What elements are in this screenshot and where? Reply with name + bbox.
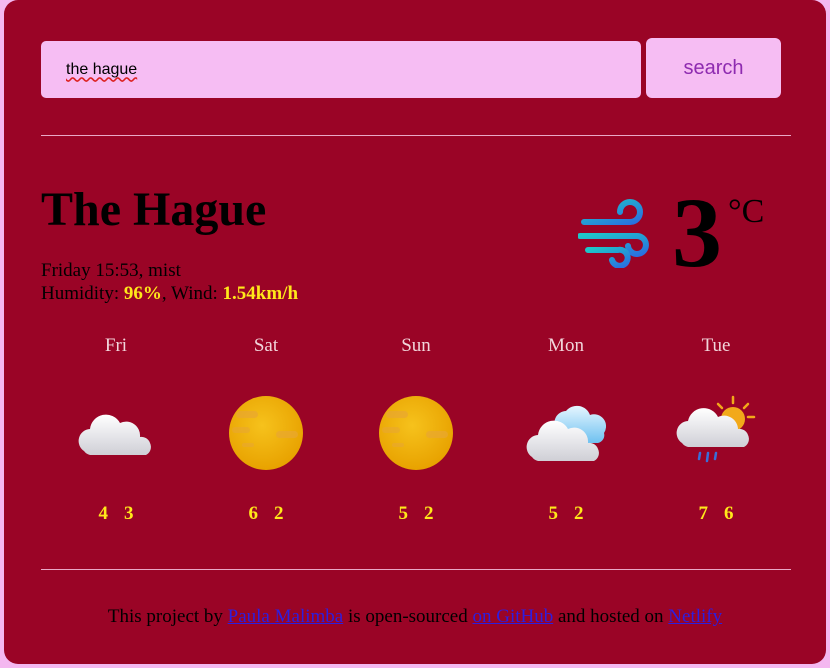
forecast-day: Sat 62 (191, 335, 341, 535)
forecast-max: 7 (698, 503, 709, 524)
search-input-value: the hague (66, 60, 138, 78)
forecast-day: Tue 76 (641, 335, 791, 535)
humidity-label: Humidity: (41, 283, 120, 304)
author-link[interactable]: Paula Malimba (228, 606, 344, 627)
wind-label: Wind: (171, 283, 218, 304)
forecast-day-name: Mon (548, 335, 584, 356)
forecast-temps: 52 (491, 503, 641, 525)
temperature-unit: °C (728, 193, 765, 230)
forecast-min: 2 (424, 503, 434, 524)
weather-details: Friday 15:53, mist Humidity: 96%, Wind: … (41, 259, 298, 305)
humidity-wind-line: Humidity: 96%, Wind: 1.54km/h (41, 283, 299, 304)
forecast-day-name: Fri (104, 335, 128, 356)
wind-value: 1.54km/h (222, 283, 299, 304)
sun-icon (379, 396, 453, 470)
current-temperature: 3 (672, 177, 722, 288)
cloud-icon (78, 414, 151, 455)
forecast-min: 3 (124, 503, 134, 524)
forecast-day-name: Tue (701, 335, 731, 356)
footer-text: and hosted on (558, 606, 664, 627)
sun-cloud-rain-icon (676, 395, 756, 463)
forecast-max: 6 (248, 503, 259, 524)
forecast-day: Mon 52 (491, 335, 641, 535)
humidity-value: 96% (123, 283, 162, 304)
forecast-min: 2 (574, 503, 584, 524)
footer: This project by Paula Malimba is open-so… (4, 606, 826, 628)
weather-app: the hague search The Hague Friday 15:53,… (4, 0, 826, 664)
github-link[interactable]: on GitHub (473, 606, 554, 627)
forecast: Fri 43 Sat 62 Sun 5 2 Mon 5 2 Tue 7 6 (41, 335, 791, 535)
day-time: Friday 15:53 (41, 260, 139, 281)
forecast-max: 4 (98, 503, 109, 524)
netlify-link[interactable]: Netlify (668, 606, 722, 627)
forecast-day-name: Sat (253, 335, 279, 356)
forecast-temps: 62 (191, 503, 341, 525)
forecast-temps: 76 (641, 503, 791, 525)
forecast-day: Fri 43 (41, 335, 191, 535)
search-input[interactable]: the hague (41, 41, 641, 98)
forecast-max: 5 (548, 503, 559, 524)
wind-icon (578, 199, 649, 268)
forecast-temps: 52 (341, 503, 491, 525)
forecast-min: 6 (724, 503, 734, 524)
city-name: The Hague (41, 183, 267, 236)
weather-description: mist (148, 260, 181, 281)
footer-text: This project by (107, 606, 223, 627)
forecast-min: 2 (274, 503, 284, 524)
cloudy-icon (526, 405, 606, 461)
footer-text: is open-sourced (347, 606, 468, 627)
search-button[interactable]: search (646, 38, 781, 98)
date-description-line: Friday 15:53, mist (41, 260, 181, 281)
forecast-day: Sun 52 (341, 335, 491, 535)
bottom-divider (41, 569, 791, 570)
forecast-temps: 43 (41, 503, 191, 525)
forecast-day-name: Sun (401, 335, 431, 356)
forecast-max: 5 (398, 503, 409, 524)
top-divider (41, 135, 791, 136)
sun-icon (229, 396, 303, 470)
